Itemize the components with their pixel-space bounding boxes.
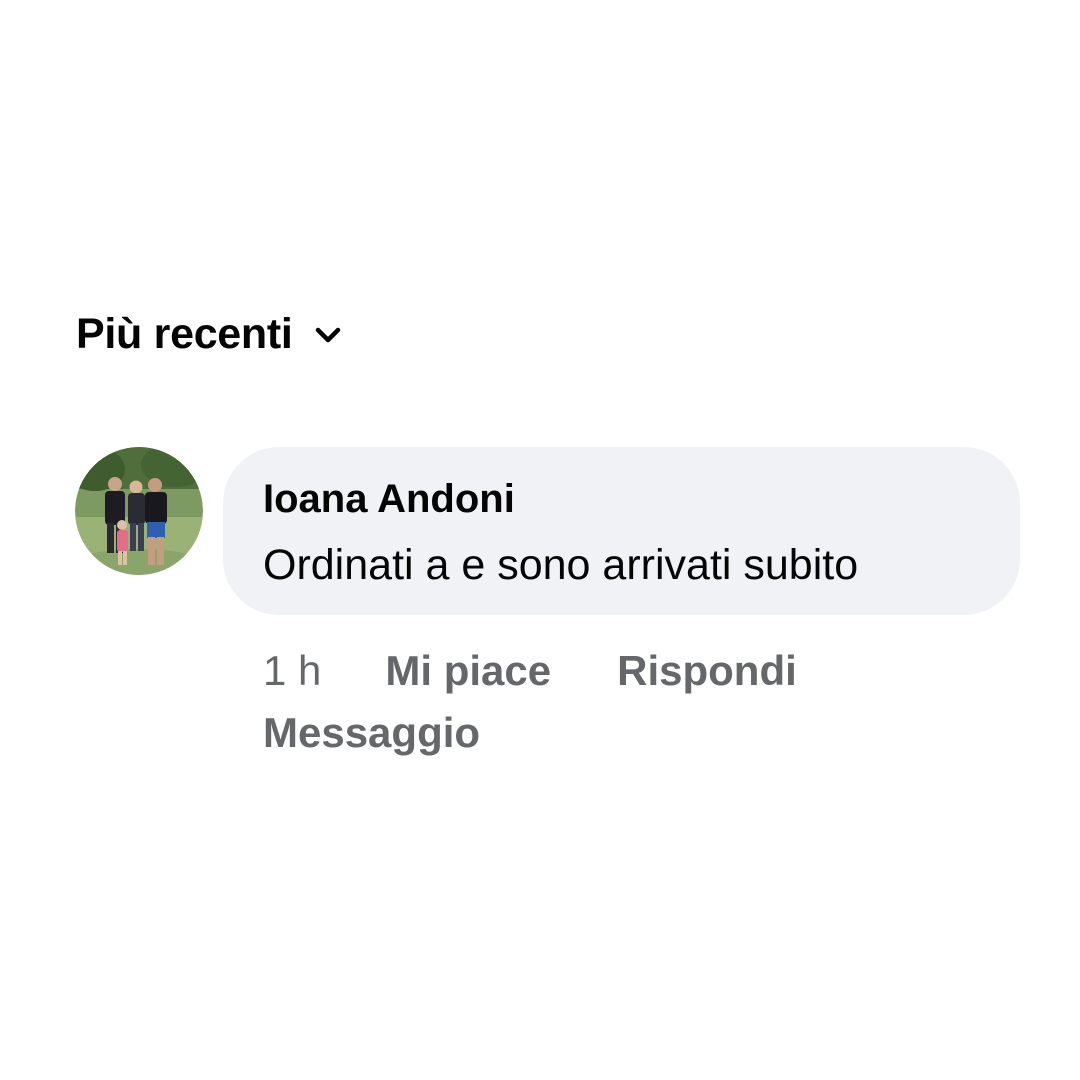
chevron-down-icon bbox=[315, 327, 340, 342]
profile-photo-icon bbox=[75, 447, 203, 575]
sort-label: Più recenti bbox=[76, 310, 293, 358]
message-button[interactable]: Messaggio bbox=[263, 709, 480, 756]
comment-actions: 1 h Mi piace Rispondi Messaggio bbox=[263, 640, 963, 764]
avatar[interactable] bbox=[75, 447, 203, 575]
comment-text: Ordinati a e sono arrivati subito bbox=[263, 541, 859, 589]
comment-timestamp[interactable]: 1 h bbox=[263, 640, 321, 702]
comment-bubble: Ioana Andoni Ordinati a e sono arrivati … bbox=[223, 447, 1020, 615]
comment-author[interactable]: Ioana Andoni bbox=[263, 475, 980, 523]
reply-button[interactable]: Rispondi bbox=[617, 640, 797, 702]
like-button[interactable]: Mi piace bbox=[385, 640, 551, 702]
sort-dropdown[interactable]: Più recenti bbox=[76, 310, 343, 359]
